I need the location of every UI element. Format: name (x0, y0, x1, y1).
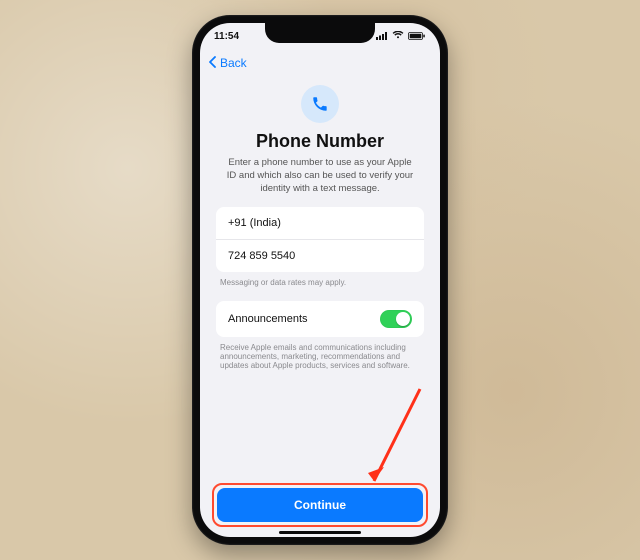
signal-icon (376, 32, 388, 40)
announcements-group: Announcements (216, 301, 424, 337)
phone-form-group: +91 (India) 724 859 5540 (216, 207, 424, 272)
rates-note: Messaging or data rates may apply. (220, 278, 420, 287)
status-time: 11:54 (214, 31, 239, 42)
announcements-description: Receive Apple emails and communications … (220, 343, 420, 370)
announcements-toggle[interactable] (380, 310, 412, 328)
chevron-left-icon (208, 56, 218, 71)
announcements-label: Announcements (228, 313, 308, 325)
country-code-field[interactable]: +91 (India) (216, 207, 424, 239)
nav-bar: Back (200, 49, 440, 77)
screen: 11:54 Back (200, 23, 440, 537)
page-subtitle: Enter a phone number to use as your Appl… (223, 157, 418, 195)
phone-number-field[interactable]: 724 859 5540 (216, 239, 424, 272)
back-label: Back (220, 56, 247, 70)
iphone-device-frame: 11:54 Back (192, 15, 448, 545)
home-indicator[interactable] (279, 531, 361, 534)
continue-label: Continue (294, 498, 346, 512)
battery-icon (408, 32, 426, 40)
phone-hero-icon (301, 85, 339, 123)
content: Phone Number Enter a phone number to use… (200, 77, 440, 483)
wifi-icon (392, 31, 404, 42)
notch (265, 23, 375, 43)
continue-button[interactable]: Continue (217, 488, 423, 522)
continue-highlight-annotation: Continue (212, 483, 428, 527)
footer: Continue (200, 483, 440, 537)
page-title: Phone Number (256, 131, 384, 152)
back-button[interactable]: Back (208, 56, 247, 71)
